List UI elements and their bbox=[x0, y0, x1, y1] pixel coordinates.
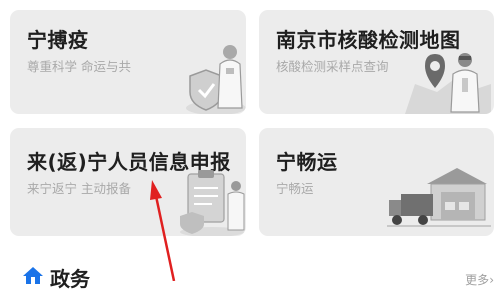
home-icon bbox=[23, 267, 43, 284]
card-return-info-report[interactable]: 来(返)宁人员信息申报 来宁返宁 主动报备 bbox=[10, 128, 246, 236]
more-link[interactable]: 更多› bbox=[465, 271, 494, 288]
truck-warehouse-icon bbox=[387, 168, 491, 227]
card-subtitle: 来宁返宁 主动报备 bbox=[27, 181, 131, 196]
card-nucleic-test-map[interactable]: 南京市核酸检测地图 核酸检测采样点查询 bbox=[259, 10, 494, 114]
doctor-shield-icon bbox=[186, 45, 246, 114]
map-pin-doctor-icon bbox=[405, 53, 491, 114]
card-title: 南京市核酸检测地图 bbox=[276, 28, 461, 52]
more-label: 更多 bbox=[465, 273, 490, 287]
card-title: 宁畅运 bbox=[276, 150, 338, 174]
section-header-government: 政务 更多› bbox=[0, 258, 504, 291]
card-ning-chang-yun[interactable]: 宁畅运 宁畅运 bbox=[259, 128, 494, 236]
card-subtitle: 尊重科学 命运与共 bbox=[27, 59, 131, 74]
clipboard-doctor-icon bbox=[180, 170, 245, 236]
card-ning-bo-yi[interactable]: 宁搏疫 尊重科学 命运与共 bbox=[10, 10, 246, 114]
chevron-right-icon: › bbox=[489, 273, 494, 287]
card-subtitle: 核酸检测采样点查询 bbox=[276, 59, 389, 74]
section-title: 政务 bbox=[50, 267, 90, 291]
card-subtitle: 宁畅运 bbox=[276, 181, 314, 196]
card-title: 宁搏疫 bbox=[27, 28, 89, 52]
